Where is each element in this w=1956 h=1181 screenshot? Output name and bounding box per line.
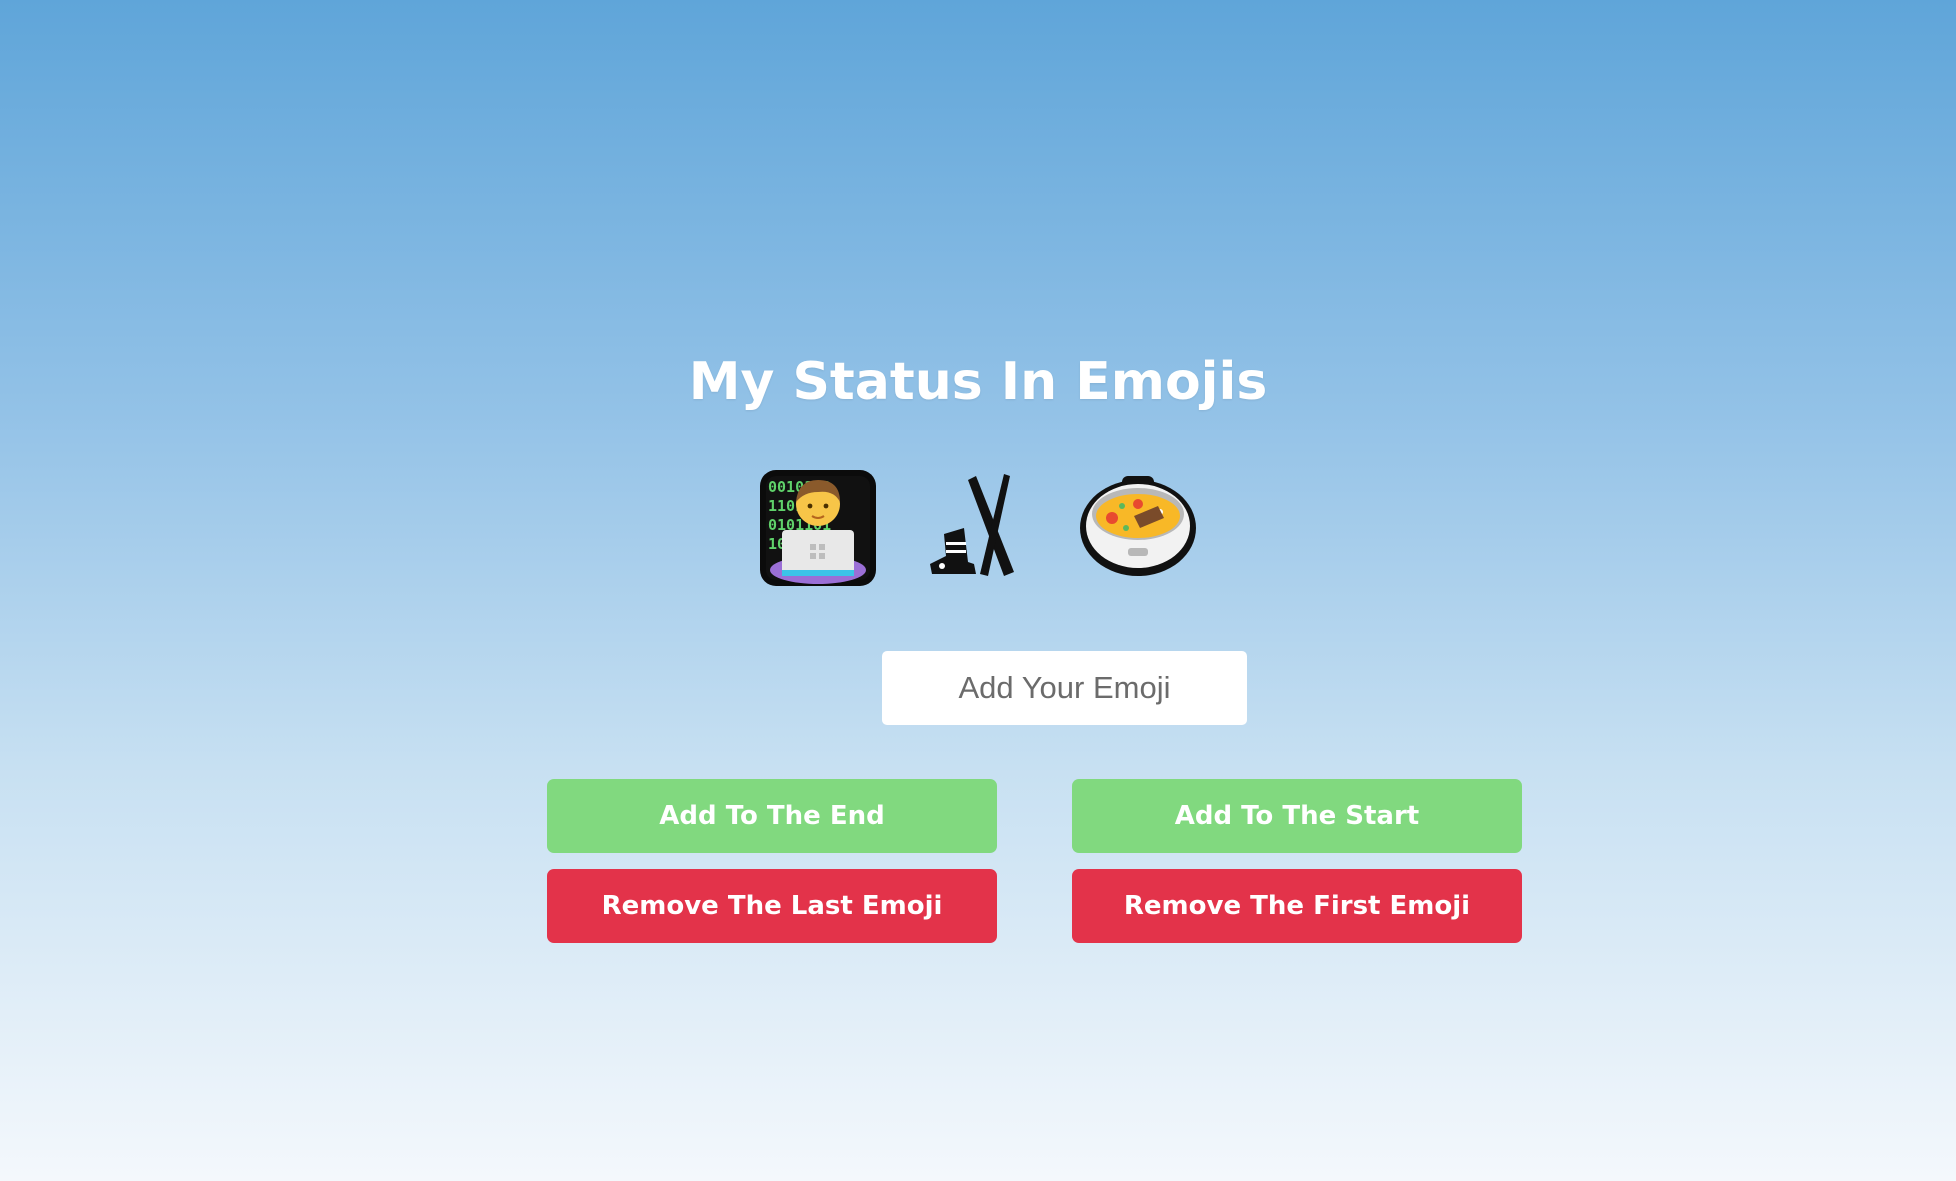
remove-last-emoji-button[interactable]: Remove The Last Emoji — [547, 869, 997, 943]
pot-of-food-icon — [1078, 468, 1198, 588]
add-to-end-button[interactable]: Add To The End — [547, 779, 997, 853]
technologist-icon: 0010110 1101011 0101101 1011010 — [758, 468, 878, 588]
page-title: My Status In Emojis — [688, 352, 1268, 412]
emoji-status-list: 0010110 1101011 0101101 1011010 — [0, 468, 1956, 588]
ski-icon — [918, 468, 1038, 588]
emoji-input-wrapper — [882, 651, 1247, 725]
remove-first-emoji-button[interactable]: Remove The First Emoji — [1072, 869, 1522, 943]
add-to-start-button[interactable]: Add To The Start — [1072, 779, 1522, 853]
app-container: My Status In Emojis 0010110 1101011 0101… — [0, 0, 1956, 1181]
emoji-input[interactable] — [882, 651, 1247, 725]
